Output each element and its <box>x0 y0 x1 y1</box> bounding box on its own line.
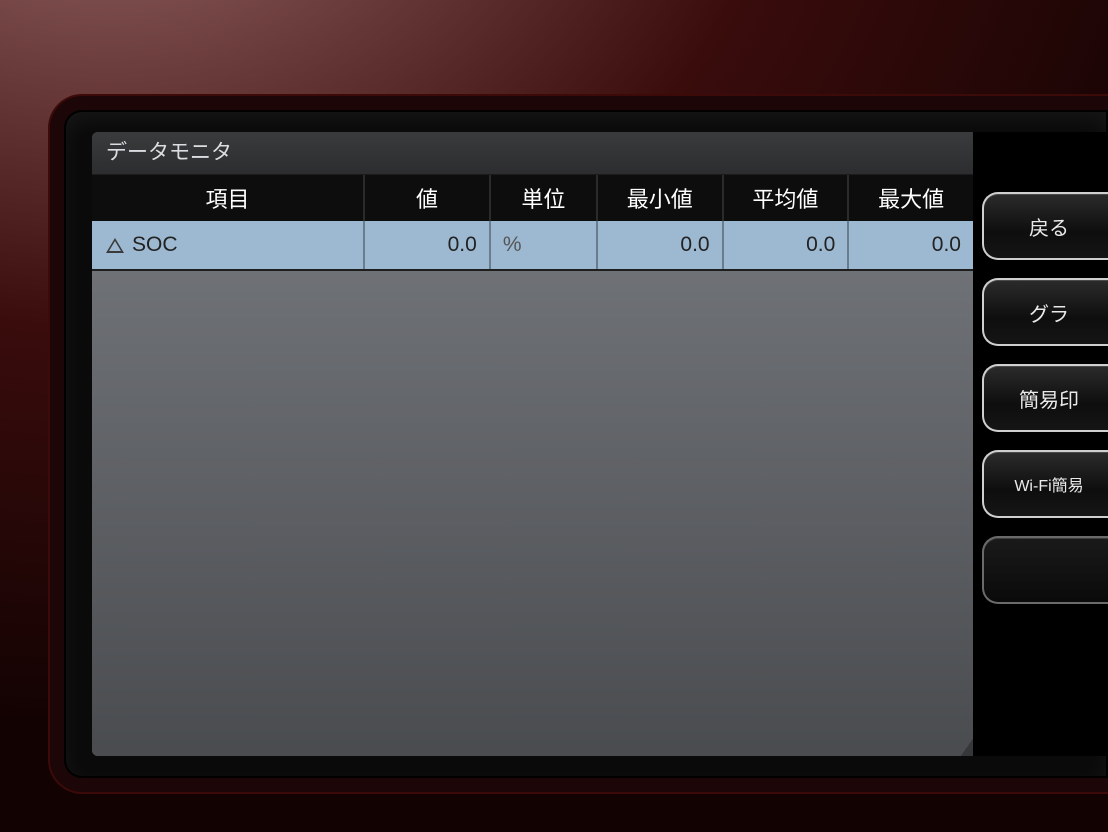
cell-item-text: SOC <box>132 233 178 256</box>
col-header-item: 項目 <box>92 175 364 221</box>
wifi-print-button[interactable]: Wi-Fi簡易 <box>982 450 1108 518</box>
side-button-empty[interactable] <box>982 536 1108 604</box>
col-header-avg: 平均値 <box>723 175 849 221</box>
table-row[interactable]: SOC 0.0 % 0.0 0.0 0.0 <box>92 221 973 269</box>
cell-unit: % <box>490 221 597 269</box>
data-table: 項目 値 単位 最小値 平均値 最大値 SOC <box>92 175 973 269</box>
cell-avg: 0.0 <box>723 221 849 269</box>
table-body-empty-area <box>92 269 973 756</box>
simple-print-button[interactable]: 簡易印 <box>982 364 1108 432</box>
col-header-unit: 単位 <box>490 175 597 221</box>
graph-button[interactable]: グラ <box>982 278 1108 346</box>
back-button[interactable]: 戻る <box>982 192 1108 260</box>
main-pane: データモニタ 項目 値 単位 最小値 平均値 最大値 <box>92 132 976 756</box>
triangle-delta-icon <box>106 238 124 253</box>
device-bezel: データモニタ 項目 値 単位 最小値 平均値 最大値 <box>64 110 1108 778</box>
col-header-min: 最小値 <box>597 175 723 221</box>
screen: データモニタ 項目 値 単位 最小値 平均値 最大値 <box>92 132 1108 756</box>
cell-max: 0.0 <box>848 221 973 269</box>
side-button-column: 戻る グラ 簡易印 Wi-Fi簡易 <box>976 132 1108 756</box>
cell-value: 0.0 <box>364 221 490 269</box>
col-header-max: 最大値 <box>848 175 973 221</box>
page-title: データモニタ <box>92 132 973 175</box>
cell-min: 0.0 <box>597 221 723 269</box>
cell-item: SOC <box>92 221 364 269</box>
col-header-value: 値 <box>364 175 490 221</box>
table-header-row: 項目 値 単位 最小値 平均値 最大値 <box>92 175 973 221</box>
device-body: データモニタ 項目 値 単位 最小値 平均値 最大値 <box>0 0 1108 832</box>
